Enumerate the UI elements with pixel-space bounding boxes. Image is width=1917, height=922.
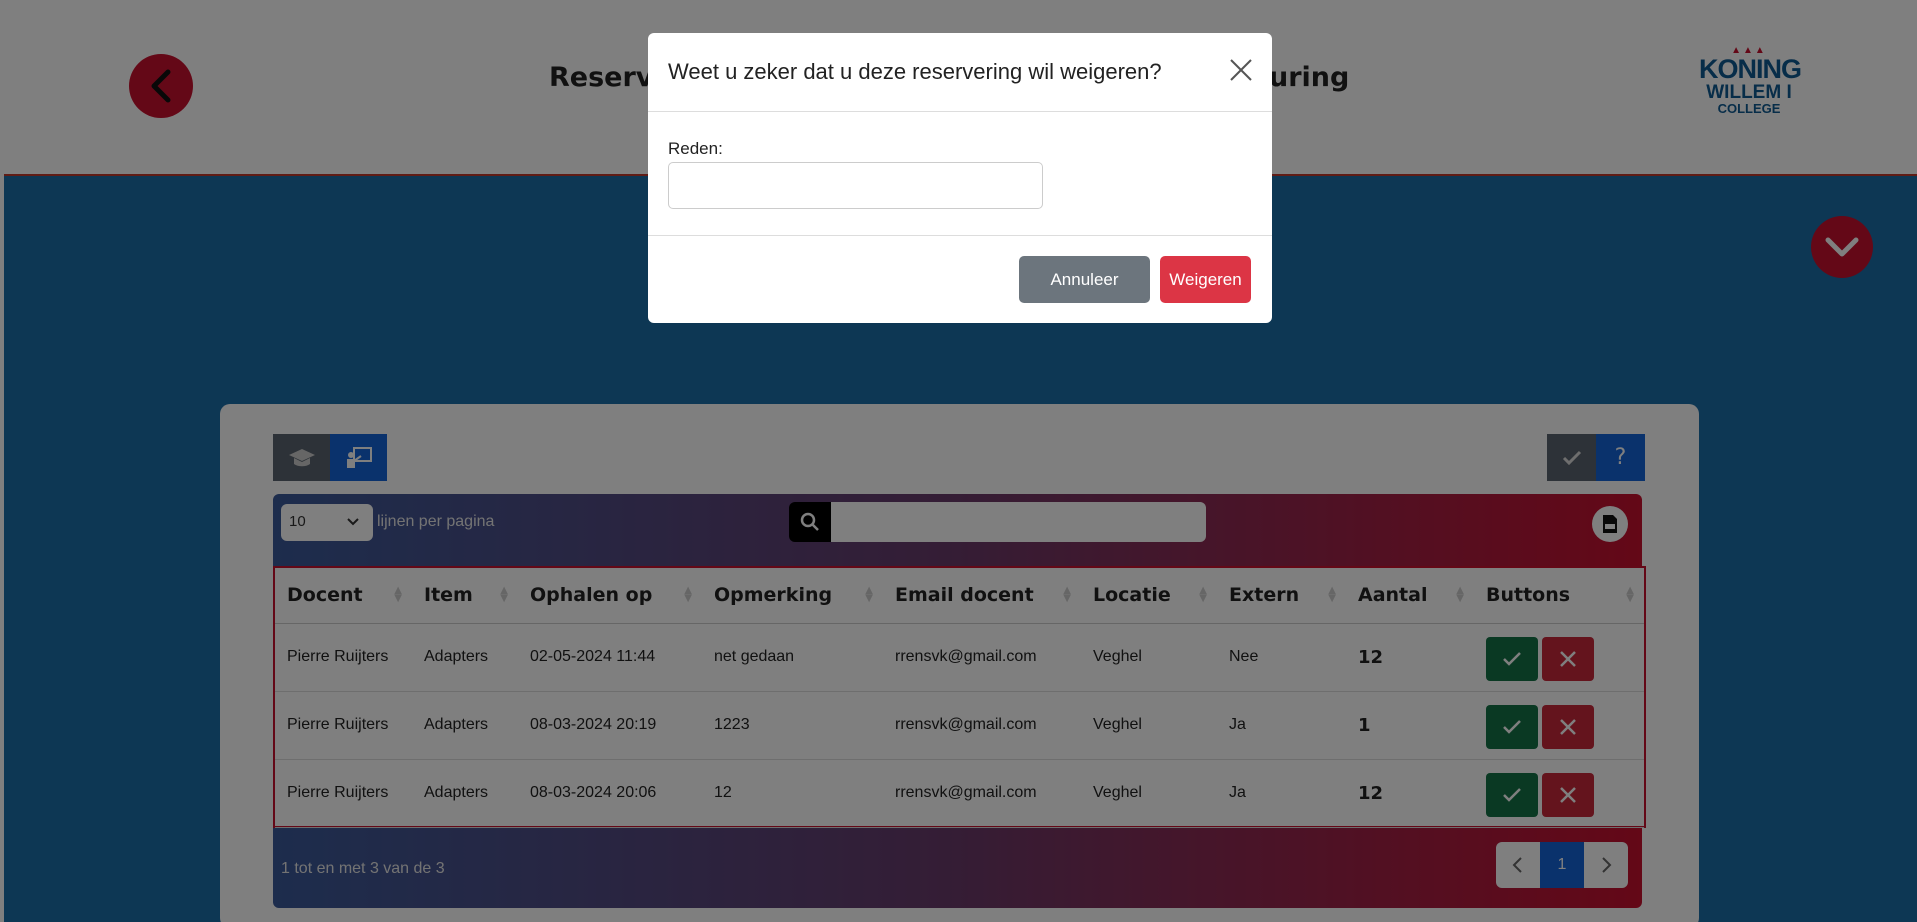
close-button[interactable] [1228, 57, 1254, 83]
reason-label: Reden: [668, 139, 723, 158]
cancel-button[interactable]: Annuleer [1019, 256, 1150, 303]
refuse-confirm-button[interactable]: Weigeren [1160, 256, 1251, 303]
reason-input[interactable] [668, 162, 1043, 209]
dialog-title: Weet u zeker dat u deze reservering wil … [668, 59, 1162, 84]
dialog-header: Weet u zeker dat u deze reservering wil … [648, 33, 1272, 112]
refuse-dialog: Weet u zeker dat u deze reservering wil … [648, 33, 1272, 323]
close-icon [1230, 59, 1252, 81]
dialog-body: Reden: [648, 112, 1272, 236]
